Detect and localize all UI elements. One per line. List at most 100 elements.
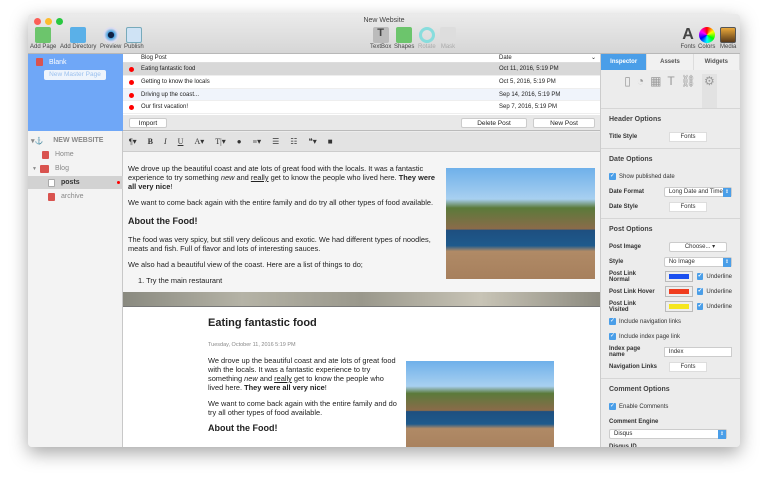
new-master-page-button[interactable]: New Master Page [44, 70, 106, 80]
enable-comments-checkbox[interactable]: ✓ Enable Comments [609, 399, 732, 414]
link-visited-color-well[interactable] [664, 301, 693, 312]
mask-icon [440, 27, 456, 43]
label: Shapes [394, 44, 415, 50]
ordered-list-icon[interactable]: ☰ [272, 137, 279, 146]
text-icon[interactable]: T [667, 74, 674, 108]
label: Index page name [609, 345, 641, 358]
coast-photo[interactable] [446, 168, 595, 279]
post-title: Getting to know the locals [141, 78, 210, 85]
paragraph-style-icon[interactable]: ¶▾ [129, 137, 137, 146]
label: posts [61, 179, 80, 186]
preview-date: Tuesday, October 11, 2016 5:19 PM [208, 342, 296, 348]
quote-icon[interactable]: ❝▾ [308, 137, 316, 146]
media-icon [720, 27, 737, 43]
label: Comment Engine [609, 418, 659, 425]
post-editor[interactable]: We drove up the beautiful coast and ate … [123, 152, 600, 292]
link-icon[interactable]: ⛓ [681, 74, 696, 108]
toolbar: New Website Add Page Add Directory Previ… [28, 14, 740, 54]
align-icon[interactable]: ≡▾ [253, 137, 262, 146]
comment-engine-select[interactable]: Disqus ⇕ [609, 429, 727, 439]
tree-item-home[interactable]: Home [28, 148, 123, 161]
label: Publish [124, 44, 144, 50]
post-actions-bar: Import Delete Post New Post [123, 115, 600, 131]
post-title: Eating fantastic food [141, 66, 196, 72]
nav-fonts-button[interactable]: Fonts [669, 361, 707, 372]
label: NEW WEBSITE [53, 137, 104, 144]
import-button[interactable]: Import [129, 118, 167, 128]
publish-button[interactable]: Publish [124, 27, 144, 50]
index-page-name-input[interactable]: Index [663, 346, 732, 357]
include-index-checkbox[interactable]: ✓ Include index page link [609, 329, 732, 344]
label: Navigation Links [609, 363, 658, 370]
page-icon [48, 178, 55, 187]
colors-button[interactable]: Colors [698, 27, 715, 50]
editor-paragraph: The food was very spicy, but still very … [128, 235, 431, 253]
status-dot [129, 79, 134, 85]
value: Choose... [684, 243, 711, 250]
delete-post-button[interactable]: Delete Post [461, 118, 527, 128]
choose-image-button[interactable]: Choose... ▾ [669, 241, 727, 252]
preview-photo[interactable] [406, 361, 554, 447]
font-icon[interactable]: A▾ [194, 137, 204, 146]
section-date-options: Date Options [609, 156, 653, 163]
add-page-button[interactable]: Add Page [30, 27, 56, 50]
date-fonts-button[interactable]: Fonts [669, 201, 707, 212]
rotate-button[interactable]: Rotate [418, 27, 436, 50]
preview-button[interactable]: Preview [100, 27, 121, 50]
status-dot [129, 105, 134, 111]
mask-button[interactable]: Mask [440, 27, 456, 50]
preview-title: Eating fantastic food [208, 317, 317, 329]
column-header-date[interactable]: Date [499, 55, 512, 61]
tab-assets[interactable]: Assets [647, 54, 694, 70]
underline-checkbox[interactable]: Underline [706, 289, 732, 295]
text-size-icon[interactable]: T|▾ [215, 137, 226, 146]
tree-item-archive[interactable]: archive [28, 190, 123, 203]
underline-icon[interactable]: U [178, 137, 184, 146]
fonts-button[interactable]: A Fonts [680, 27, 696, 51]
link-normal-color-well[interactable] [664, 271, 693, 282]
underline-checkbox[interactable]: Underline [706, 304, 732, 310]
table-row[interactable]: Getting to know the locals Oct 5, 2016, 5… [123, 76, 600, 89]
media-button[interactable]: Media [720, 27, 736, 50]
style-select[interactable]: No Image ⇕ [663, 256, 732, 267]
label: Fonts [680, 44, 696, 50]
link-hover-color-well[interactable] [664, 286, 693, 297]
new-post-button[interactable]: New Post [533, 118, 595, 128]
table-row[interactable]: Driving up the coast... Sep 14, 2016, 5:1… [123, 88, 600, 102]
tree-site[interactable]: ▾⚓ NEW WEBSITE [28, 134, 123, 147]
shape-icon[interactable]: ◔ [637, 74, 644, 108]
tab-inspector[interactable]: Inspector [601, 54, 648, 70]
textbox-button[interactable]: T TextBox [370, 27, 391, 50]
page-icon[interactable]: ▯ [624, 74, 631, 108]
shapes-button[interactable]: Shapes [394, 27, 414, 50]
table-row[interactable]: Eating fantastic food Oct 11, 2016, 5:19 … [123, 63, 600, 76]
value: Disqus [614, 431, 633, 437]
editor-paragraph: We also had a beautiful view of the coas… [128, 260, 363, 269]
tab-widgets[interactable]: Widgets [693, 54, 740, 70]
show-date-checkbox[interactable]: ✓ Show published date [609, 169, 732, 184]
label: Mask [440, 44, 456, 50]
table-row[interactable]: Our first vacation! Sep 7, 2016, 5:19 PM [123, 101, 600, 115]
bold-icon[interactable]: B [148, 137, 153, 146]
app-window: New Website Add Page Add Directory Previ… [28, 14, 740, 447]
label: Add Page [30, 44, 57, 50]
label: Style [609, 258, 624, 265]
color-drop-icon[interactable]: ● [237, 137, 242, 146]
tree-item-posts[interactable]: posts [28, 176, 123, 189]
video-icon[interactable]: ■ [328, 137, 333, 146]
tree-item-blog[interactable]: ▼ Blog [28, 162, 123, 175]
title-fonts-button[interactable]: Fonts [669, 131, 707, 142]
label: Colors [698, 44, 716, 50]
date-format-select[interactable]: Long Date and Time ⇕ [663, 186, 732, 197]
label: Rotate [418, 44, 436, 50]
gear-icon[interactable]: ⚙ [702, 74, 717, 108]
label: Blog [54, 165, 69, 172]
column-header-title[interactable]: Blog Post [141, 55, 167, 61]
bullet-list-icon[interactable]: ☷ [290, 137, 297, 146]
master-item-blank[interactable]: Blank [36, 58, 67, 66]
include-nav-checkbox[interactable]: ✓ Include navigation links [609, 314, 732, 329]
grid-icon[interactable]: ▦ [650, 74, 661, 108]
add-directory-button[interactable]: Add Directory [60, 27, 96, 50]
underline-checkbox[interactable]: Underline [706, 274, 732, 280]
italic-icon[interactable]: I [164, 137, 167, 146]
